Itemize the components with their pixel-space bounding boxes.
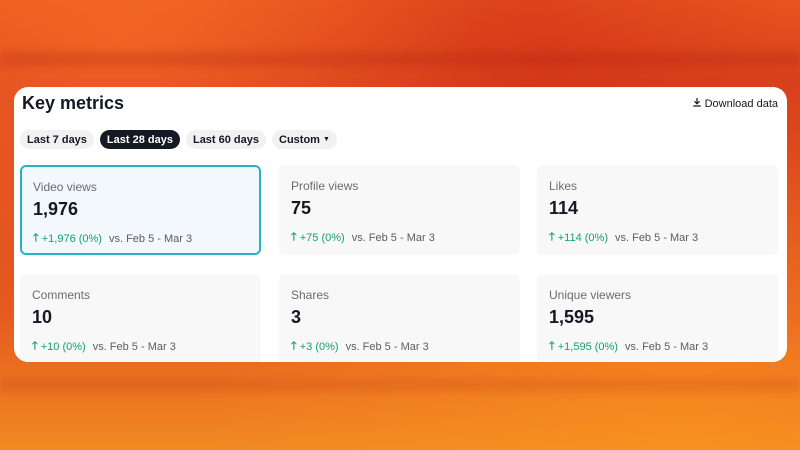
- metric-change: 🡑 +10 (0%) vs. Feb 5 - Mar 3: [32, 337, 176, 356]
- filter-last-28-days[interactable]: Last 28 days: [99, 130, 180, 149]
- metric-label: Profile views: [291, 179, 359, 193]
- panel-title: Key metrics: [22, 93, 125, 113]
- arrow-up-icon: 🡑: [549, 231, 555, 243]
- metric-change-value: +3 (0%): [299, 340, 339, 353]
- metric-label: Comments: [32, 288, 91, 302]
- arrow-up-icon: 🡑: [291, 340, 297, 352]
- arrow-up-icon: 🡑: [549, 340, 555, 352]
- metric-value: 3: [291, 307, 302, 327]
- caret-down-icon: ▼: [322, 136, 330, 143]
- metric-value: 114: [549, 198, 579, 218]
- metric-value: 10: [32, 307, 53, 327]
- metric-change-value: +1,595 (0%): [557, 340, 618, 353]
- background-streak: [0, 52, 800, 66]
- metric-comparison: vs. Feb 5 - Mar 3: [108, 232, 193, 245]
- metric-change-value: +75 (0%): [299, 231, 345, 244]
- metric-comparison: vs. Feb 5 - Mar 3: [624, 340, 709, 353]
- metric-change: 🡑 +1,976 (0%) vs. Feb 5 - Mar 3: [33, 229, 192, 248]
- arrow-up-icon: 🡑: [33, 232, 39, 244]
- metric-change-value: +114 (0%): [557, 231, 608, 244]
- metric-comparison: vs. Feb 5 - Mar 3: [614, 231, 699, 244]
- filter-last-60-days[interactable]: Last 60 days: [185, 130, 267, 149]
- metric-value: 1,595: [549, 307, 595, 327]
- download-data-button[interactable]: Download data: [692, 97, 778, 110]
- metric-card-comments[interactable]: Comments 10 🡑 +10 (0%) vs. Feb 5 - Mar 3: [20, 274, 261, 362]
- filter-label: Last 60 days: [192, 133, 260, 146]
- metric-card-likes[interactable]: Likes 114 🡑 +114 (0%) vs. Feb 5 - Mar 3: [537, 165, 778, 255]
- metric-change: 🡑 +114 (0%) vs. Feb 5 - Mar 3: [549, 228, 698, 247]
- metric-label: Unique viewers: [549, 288, 632, 302]
- metric-change-value: +1,976 (0%): [41, 232, 102, 245]
- metric-card-video-views[interactable]: Video views 1,976 🡑 +1,976 (0%) vs. Feb …: [20, 165, 261, 255]
- filter-last-7-days[interactable]: Last 7 days: [20, 130, 94, 149]
- metric-change-value: +10 (0%): [40, 340, 86, 353]
- metric-value: 1,976: [33, 199, 79, 219]
- metric-comparison: vs. Feb 5 - Mar 3: [345, 340, 429, 353]
- arrow-up-icon: 🡑: [32, 340, 38, 352]
- filter-label: Last 28 days: [106, 133, 173, 146]
- metric-change: 🡑 +3 (0%) vs. Feb 5 - Mar 3: [291, 337, 429, 356]
- metric-change: 🡑 +1,595 (0%) vs. Feb 5 - Mar 3: [549, 337, 708, 356]
- date-range-filters: Last 7 days Last 28 days Last 60 days Cu…: [20, 130, 337, 149]
- metric-label: Video views: [33, 180, 97, 194]
- metric-card-profile-views[interactable]: Profile views 75 🡑 +75 (0%) vs. Feb 5 - …: [279, 165, 520, 255]
- metric-label: Likes: [549, 179, 578, 193]
- filter-label: Last 7 days: [27, 133, 87, 146]
- metric-card-unique-viewers[interactable]: Unique viewers 1,595 🡑 +1,595 (0%) vs. F…: [537, 274, 778, 362]
- metric-value: 75: [291, 198, 312, 218]
- metric-card-shares[interactable]: Shares 3 🡑 +3 (0%) vs. Feb 5 - Mar 3: [279, 274, 520, 362]
- metric-comparison: vs. Feb 5 - Mar 3: [92, 340, 176, 353]
- key-metrics-panel: Key metrics Download data Last 7 days La…: [14, 87, 787, 362]
- download-icon: [692, 97, 702, 110]
- filter-custom[interactable]: Custom ▼: [272, 130, 337, 149]
- metric-comparison: vs. Feb 5 - Mar 3: [351, 231, 435, 244]
- metric-change: 🡑 +75 (0%) vs. Feb 5 - Mar 3: [291, 228, 435, 247]
- arrow-up-icon: 🡑: [291, 231, 297, 243]
- background-streak: [0, 378, 800, 392]
- download-data-label: Download data: [704, 97, 778, 110]
- filter-label: Custom: [279, 133, 320, 146]
- metric-label: Shares: [291, 288, 330, 302]
